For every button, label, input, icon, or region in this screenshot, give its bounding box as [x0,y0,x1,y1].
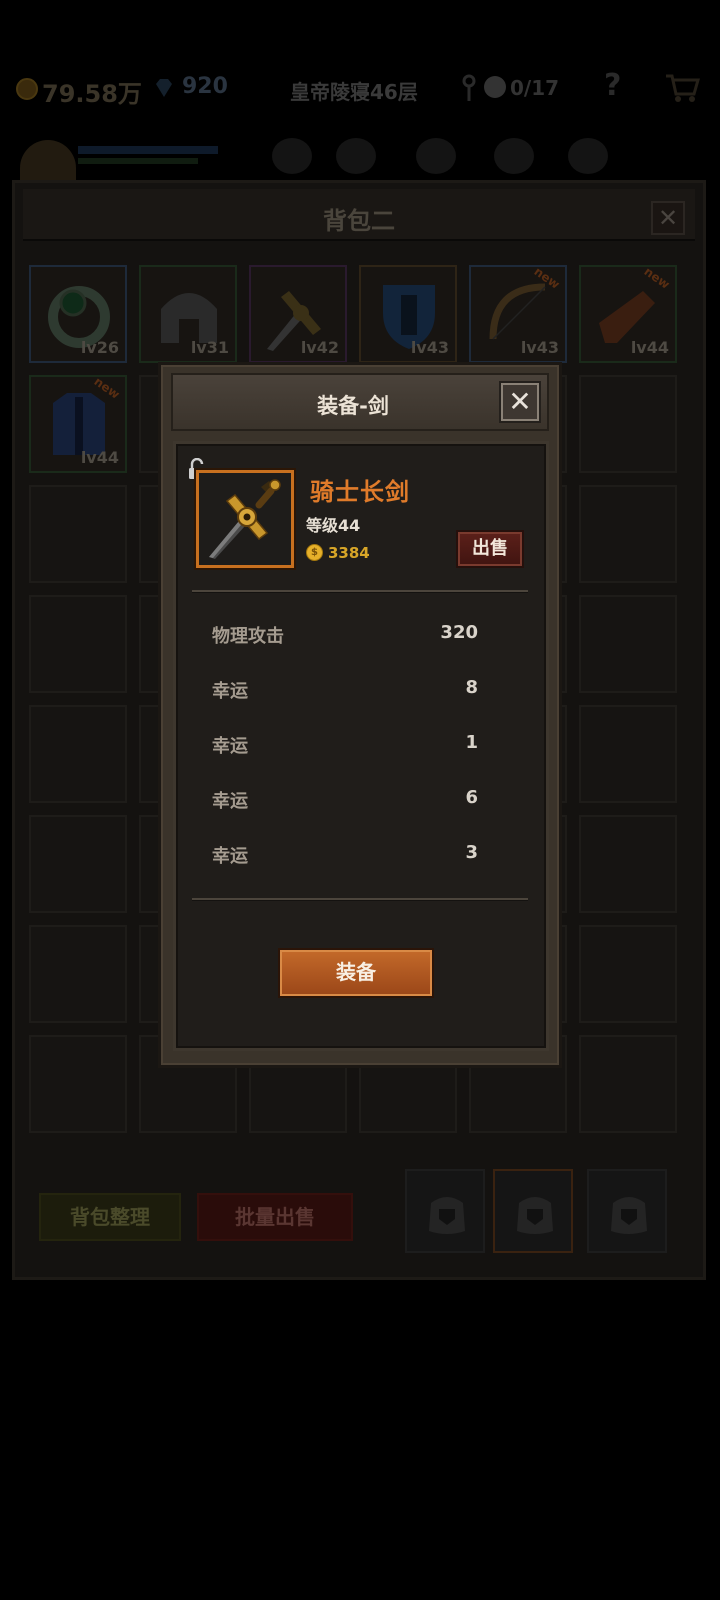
inventory-item-shield[interactable]: lv43 [359,265,457,363]
stat-row: 幸运 3 [196,842,478,867]
mp-bar [78,158,198,164]
equip-slot [416,138,456,174]
item-price: 3384 [328,544,370,562]
inventory-item-ring[interactable]: lv26 [29,265,127,363]
game-screen: 79.58万 920 皇帝陵寝46层 0/17 ? 背包二 ✕ lv26 lv31… [0,0,720,1600]
dialog-title: 装备-剑 [317,394,389,418]
divider [192,590,528,593]
item-level-label: lv43 [520,338,559,357]
bag-icon [429,1197,465,1234]
empty-slot[interactable] [579,375,677,473]
shop-cart-icon[interactable] [664,72,700,104]
sort-backpack-button[interactable]: 背包整理 [39,1193,181,1241]
sell-button[interactable]: 出售 [456,530,524,568]
item-level: 等级44 [306,516,361,535]
help-button[interactable]: ? [604,68,621,103]
equip-slot [272,138,312,174]
divider [192,898,528,901]
equip-slot [336,138,376,174]
empty-slot[interactable] [579,815,677,913]
item-level-label: lv43 [410,338,449,357]
stat-name: 物理攻击 [212,626,284,647]
stat-name: 幸运 [212,791,248,812]
item-detail-dialog: 装备-剑 ✕ 骑士长剑 等级44 $ 3384 出售 物理攻击 320 幸运 8… [158,362,562,1068]
stat-row: 物理攻击 320 [196,622,478,647]
equip-button[interactable]: 装备 [278,948,434,998]
backpack-close-button[interactable]: ✕ [651,201,685,235]
backpack-tab-1[interactable] [405,1169,485,1253]
empty-slot[interactable] [29,1035,127,1133]
stat-name: 幸运 [212,681,248,702]
dialog-close-button[interactable]: ✕ [501,383,539,421]
stat-name: 幸运 [212,736,248,757]
empty-slot[interactable] [29,705,127,803]
empty-slot[interactable] [579,1035,677,1133]
stat-name: 幸运 [212,846,248,867]
skull-icon [484,76,506,98]
stat-value: 8 [465,677,478,698]
gem-icon [156,79,172,97]
item-level-label: lv44 [80,448,119,467]
item-level-label: lv31 [190,338,229,357]
dialog-header: 装备-剑 ✕ [171,373,549,431]
stat-row: 幸运 6 [196,787,478,812]
gold-coin-icon [16,78,38,100]
stat-value: 3 [465,842,478,863]
floor-label: 皇帝陵寝46层 [290,80,418,104]
kill-count: 0/17 [510,76,560,100]
empty-slot[interactable] [29,485,127,583]
equip-slot [494,138,534,174]
inventory-item-armor[interactable]: new lv44 [29,374,127,473]
coin-icon: $ [306,544,323,561]
bag-icon [611,1197,647,1234]
empty-slot[interactable] [579,705,677,803]
top-hud: 79.58万 920 皇帝陵寝46层 0/17 ? [0,62,720,118]
item-level-label: lv26 [80,338,119,357]
stat-value: 6 [465,787,478,808]
backpack-header: 背包二 ✕ [23,189,695,241]
stat-value: 320 [440,622,478,643]
bulk-sell-button[interactable]: 批量出售 [197,1193,353,1241]
stat-row: 幸运 1 [196,732,478,757]
hero-status-row [16,130,706,180]
backpack-tab-3[interactable] [587,1169,667,1253]
backpack-title: 背包二 [323,207,395,235]
item-level-label: lv42 [300,338,339,357]
hp-bar [78,146,218,154]
inventory-item-helmet[interactable]: lv31 [139,265,237,363]
bag-icon [517,1197,553,1234]
stat-value: 1 [465,732,478,753]
empty-slot[interactable] [579,595,677,693]
inventory-item-bow[interactable]: new lv43 [469,264,567,363]
gold-amount: 79.58万 [42,80,142,108]
equip-slot [568,138,608,174]
empty-slot[interactable] [29,815,127,913]
empty-slot[interactable] [29,595,127,693]
empty-slot[interactable] [579,485,677,583]
key-icon [462,74,476,101]
gem-amount: 920 [182,74,228,99]
item-icon-frame [196,470,294,568]
item-name: 骑士长剑 [310,478,410,506]
inventory-item-dagger[interactable]: lv42 [249,265,347,363]
hero-portrait[interactable] [20,140,76,180]
empty-slot[interactable] [29,925,127,1023]
dialog-body: 骑士长剑 等级44 $ 3384 出售 物理攻击 320 幸运 8 幸运 1 幸… [173,441,549,1051]
inventory-item-gauntlet[interactable]: new lv44 [579,264,677,363]
item-level-label: lv44 [630,338,669,357]
stat-row: 幸运 8 [196,677,478,702]
empty-slot[interactable] [579,925,677,1023]
sword-icon [209,479,281,559]
backpack-tab-2[interactable] [493,1169,573,1253]
